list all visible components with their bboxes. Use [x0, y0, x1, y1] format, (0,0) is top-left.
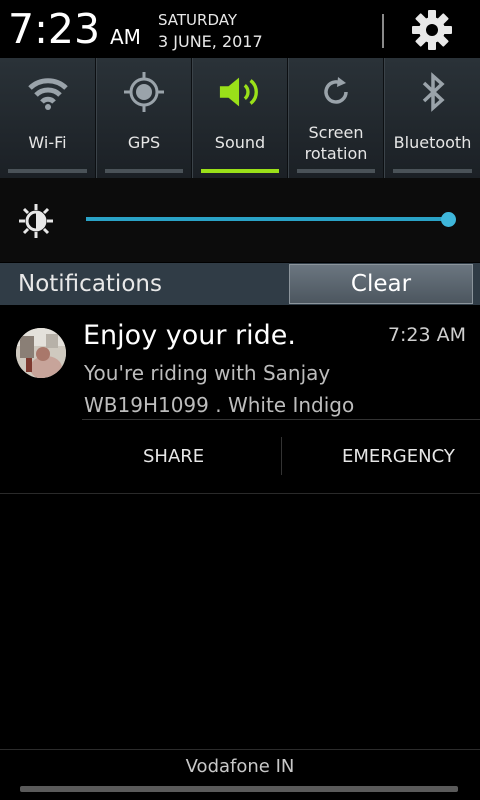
notification-text-line1: You're riding with Sanjay	[84, 361, 331, 385]
notification-item[interactable]: Enjoy your ride. 7:23 AM You're riding w…	[0, 306, 480, 494]
shade-drag-handle[interactable]	[20, 786, 458, 792]
notification-divider	[82, 419, 480, 420]
brightness-icon[interactable]	[18, 203, 54, 239]
date-label: 3 JUNE, 2017	[158, 32, 263, 51]
avatar	[16, 328, 66, 378]
day-label: SATURDAY	[158, 11, 238, 29]
emergency-button[interactable]: EMERGENCY	[342, 446, 455, 467]
toggle-label: Wi-Fi	[28, 133, 67, 152]
notifications-title: Notifications	[18, 271, 162, 297]
sound-icon	[218, 72, 262, 112]
action-divider	[281, 437, 282, 475]
toggle-label: Bluetooth	[393, 133, 472, 152]
notification-title: Enjoy your ride.	[83, 320, 296, 351]
clear-button[interactable]: Clear	[289, 264, 473, 304]
toggle-indicator	[393, 169, 472, 173]
toggle-label: Screen rotation	[289, 122, 383, 164]
status-header: 7:23 AM SATURDAY 3 JUNE, 2017	[0, 0, 480, 58]
toggle-label: GPS	[127, 133, 161, 152]
clock-time: 7:23	[8, 5, 101, 53]
rotation-icon	[314, 72, 358, 112]
notification-time: 7:23 AM	[387, 324, 466, 346]
share-button[interactable]: SHARE	[143, 446, 204, 467]
toggle-sound[interactable]: Sound	[192, 58, 288, 178]
toggle-label: Sound	[214, 133, 266, 152]
carrier-divider	[0, 749, 480, 750]
bluetooth-icon	[411, 72, 455, 112]
notification-text-line2: WB19H1099 . White Indigo	[84, 393, 355, 417]
gps-icon	[122, 72, 166, 112]
toggle-bluetooth[interactable]: Bluetooth	[384, 58, 480, 178]
toggle-indicator	[8, 169, 87, 173]
toggle-screen-rotation[interactable]: Screen rotation	[288, 58, 384, 178]
header-divider	[382, 14, 384, 48]
toggle-indicator	[297, 169, 375, 173]
toggle-label-line1: Screen	[308, 123, 364, 142]
gear-icon	[412, 10, 452, 50]
toggle-label-line2: rotation	[304, 144, 368, 163]
settings-button[interactable]	[406, 6, 458, 54]
brightness-slider-thumb[interactable]	[441, 212, 456, 227]
notification-shade: 7:23 AM SATURDAY 3 JUNE, 2017 Wi-Fi GPS …	[0, 0, 480, 800]
toggle-indicator	[201, 169, 279, 173]
toggle-indicator	[105, 169, 183, 173]
toggle-wifi[interactable]: Wi-Fi	[0, 58, 96, 178]
carrier-label: Vodafone IN	[185, 756, 295, 777]
toggle-gps[interactable]: GPS	[96, 58, 192, 178]
wifi-icon	[26, 72, 70, 112]
clock-ampm: AM	[110, 25, 141, 49]
quick-settings-toggles: Wi-Fi GPS Sound Screen rotation Bluetoot…	[0, 58, 480, 178]
brightness-slider[interactable]	[86, 217, 450, 221]
